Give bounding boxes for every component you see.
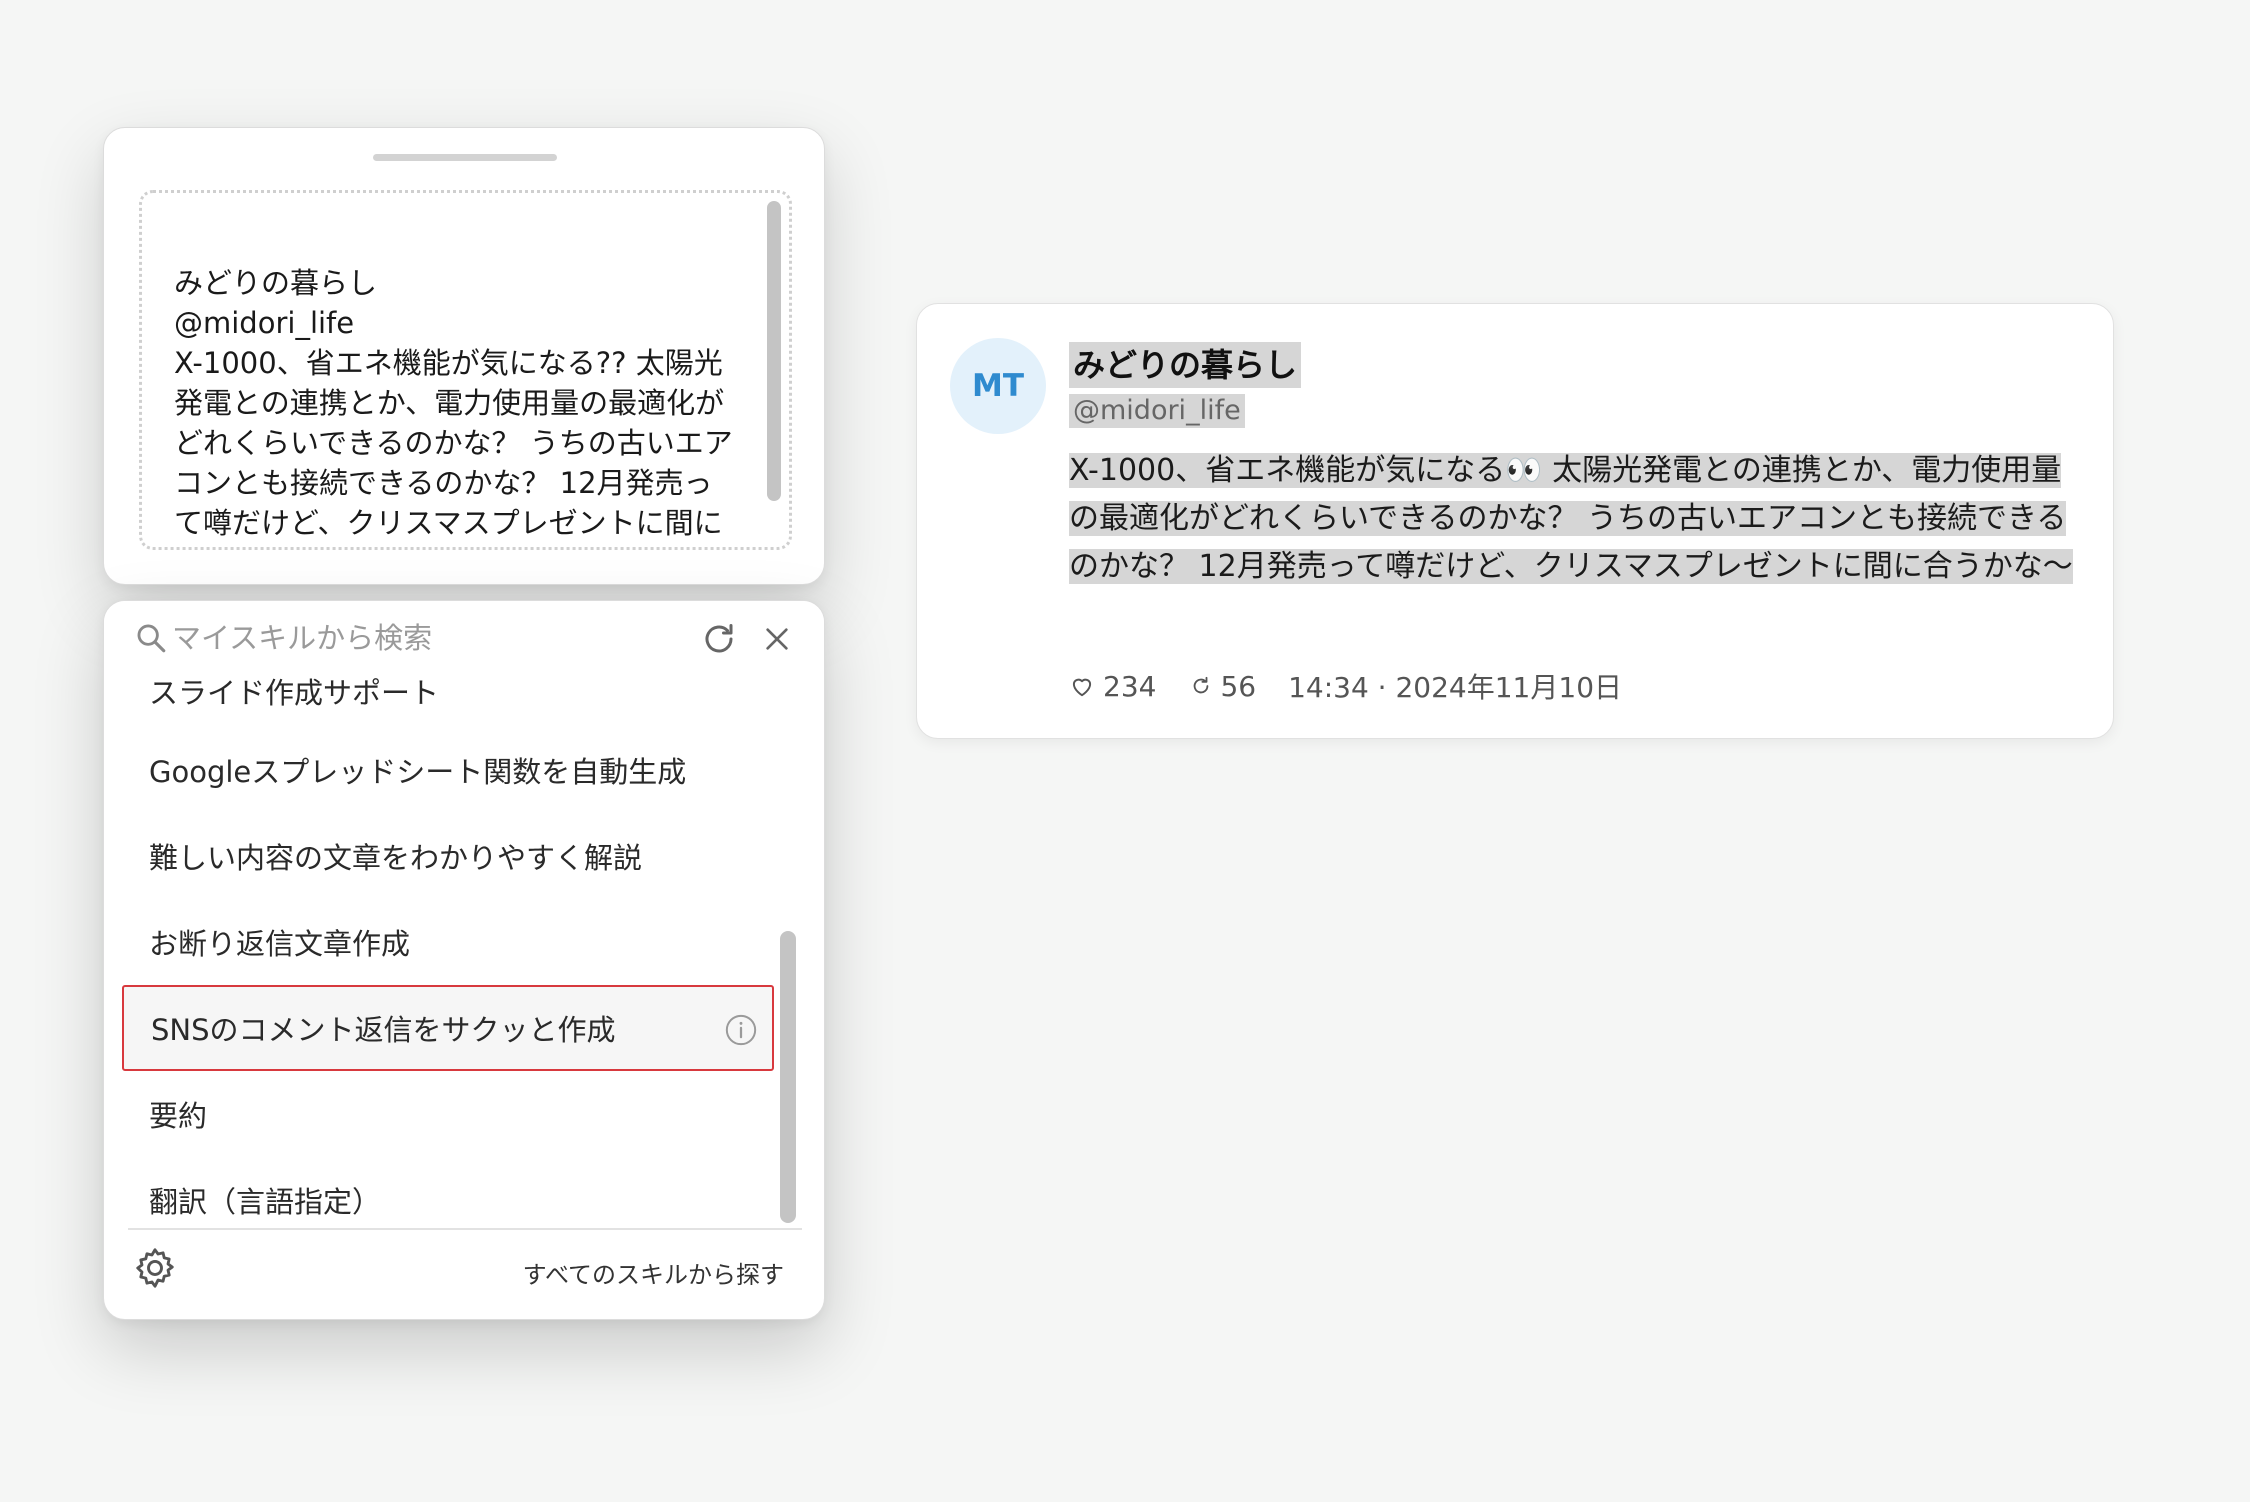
skill-list-scrollbar[interactable] <box>780 931 796 1223</box>
like-count: 234 <box>1103 669 1157 703</box>
preview-panel: みどりの暮らし @midori_life X-1000、省エネ機能が気になる??… <box>103 127 825 585</box>
skill-item-slide-support[interactable]: スライド作成サポート <box>122 669 774 734</box>
tweet-footer: 234 56 14:34 · 2024年11月10日 <box>1069 666 1622 706</box>
close-icon[interactable] <box>761 623 793 655</box>
search-icon <box>137 624 166 653</box>
gear-icon[interactable] <box>132 1245 178 1291</box>
skill-item-spreadsheet-functions[interactable]: Googleスプレッドシート関数を自動生成 <box>122 727 774 813</box>
retweet-icon[interactable] <box>1190 675 1212 697</box>
retweet-count: 56 <box>1220 669 1257 703</box>
skill-item-label: お断り返信文章作成 <box>149 927 411 961</box>
preview-text: みどりの暮らし @midori_life X-1000、省エネ機能が気になる??… <box>174 266 733 547</box>
tweet-timestamp: 14:34 · 2024年11月10日 <box>1288 671 1623 704</box>
avatar: MT <box>950 338 1046 434</box>
skill-item-explain-text[interactable]: 難しい内容の文章をわかりやすく解説 <box>122 813 774 899</box>
skill-menu-panel: スライド作成サポート Googleスプレッドシート関数を自動生成 難しい内容の文… <box>103 600 825 1320</box>
search-row <box>104 601 824 669</box>
drag-handle[interactable] <box>373 154 557 161</box>
user-handle: @midori_life <box>1069 394 1245 428</box>
skill-item-label: Googleスプレッドシート関数を自動生成 <box>149 755 687 789</box>
skill-item-label: 難しい内容の文章をわかりやすく解説 <box>149 841 643 875</box>
skill-item-summary[interactable]: 要約 <box>122 1071 774 1157</box>
skill-item-label: 要約 <box>149 1099 208 1133</box>
skill-item-label: スライド作成サポート <box>149 676 440 710</box>
skill-list: スライド作成サポート Googleスプレッドシート関数を自動生成 難しい内容の文… <box>122 669 774 1229</box>
skill-item-translate[interactable]: 翻訳（言語指定） <box>122 1157 774 1229</box>
display-name: みどりの暮らし <box>1069 342 1302 388</box>
tweet-body: X-1000、省エネ機能が気になる👀 太陽光発電との連携とか、電力使用量の最適化… <box>1069 447 2087 591</box>
footer-divider <box>128 1228 802 1230</box>
preview-text-box[interactable]: みどりの暮らし @midori_life X-1000、省エネ機能が気になる??… <box>139 190 792 550</box>
tweet-card: MT みどりの暮らし @midori_life X-1000、省エネ機能が気にな… <box>916 303 2114 739</box>
refresh-icon[interactable] <box>701 621 737 657</box>
skill-item-label: 翻訳（言語指定） <box>149 1185 382 1219</box>
skill-item-label: SNSのコメント返信をサクッと作成 <box>151 1013 616 1047</box>
search-input[interactable] <box>172 617 692 659</box>
skill-item-sns-reply[interactable]: SNSのコメント返信をサクッと作成 <box>122 985 774 1071</box>
preview-scrollbar[interactable] <box>767 201 781 501</box>
skill-item-decline-reply[interactable]: お断り返信文章作成 <box>122 899 774 985</box>
all-skills-link[interactable]: すべてのスキルから探す <box>523 1255 784 1290</box>
info-icon[interactable] <box>724 1013 758 1047</box>
heart-icon[interactable] <box>1069 673 1095 699</box>
tweet-body-text: X-1000、省エネ機能が気になる👀 太陽光発電との連携とか、電力使用量の最適化… <box>1069 453 2073 584</box>
